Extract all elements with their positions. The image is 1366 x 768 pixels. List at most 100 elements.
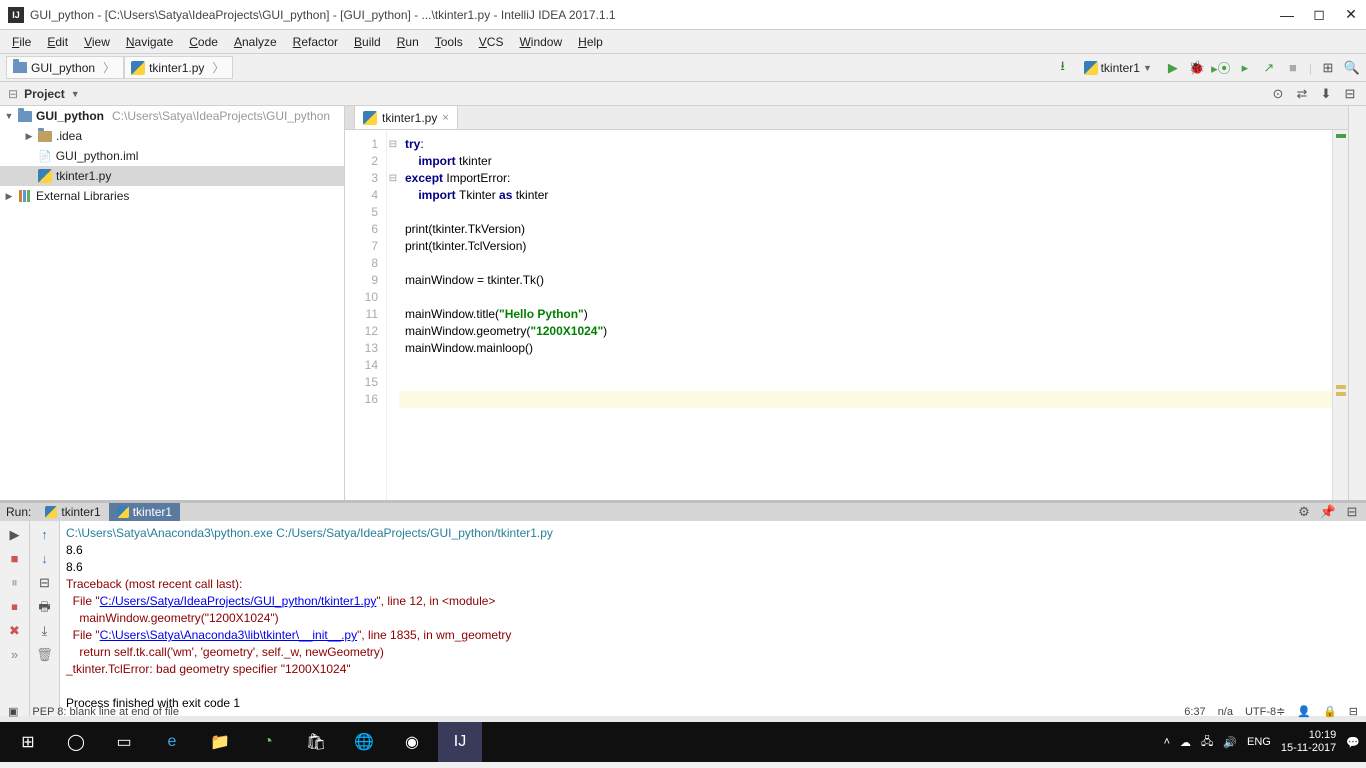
editor-tab[interactable]: tkinter1.py ×: [355, 106, 458, 129]
start-button[interactable]: ⊞: [6, 722, 50, 762]
search-icon[interactable]: 🔍: [1344, 60, 1360, 76]
coverage-icon[interactable]: ▸⦿: [1213, 60, 1229, 76]
console-output[interactable]: C:\Users\Satya\Anaconda3\python.exe C:/U…: [60, 521, 1366, 716]
gear-icon[interactable]: ⬇: [1318, 86, 1334, 102]
code-editor[interactable]: 12345678910111213141516 ⊟ ⊟ try: import …: [345, 130, 1348, 500]
stop-icon[interactable]: ■: [1285, 60, 1301, 76]
right-tool-strip[interactable]: [1348, 106, 1366, 500]
editor-scrollbar[interactable]: [1332, 130, 1348, 500]
print-icon[interactable]: 🖶: [36, 597, 54, 615]
expand-arrow-icon[interactable]: ▶: [24, 131, 34, 142]
run-tab[interactable]: tkinter1: [37, 503, 108, 521]
gear-icon[interactable]: ⚙: [1296, 504, 1312, 520]
more-icon[interactable]: »: [6, 645, 24, 663]
run-panel: Run: tkinter1tkinter1 ⚙ 📌 ⊟ ▶ ■ ⏸ ⏹ ✖ » …: [0, 500, 1366, 700]
explorer-icon[interactable]: 📁: [198, 722, 242, 762]
volume-icon[interactable]: 🔊: [1223, 736, 1237, 749]
run-config-selector[interactable]: tkinter1 ▼: [1079, 59, 1157, 77]
menu-analyze[interactable]: Analyze: [228, 33, 283, 51]
run-tab[interactable]: tkinter1: [109, 503, 180, 521]
trash-icon[interactable]: 🗑: [36, 645, 54, 663]
down-icon[interactable]: ↓: [36, 549, 54, 567]
tree-node[interactable]: tkinter1.py: [0, 166, 344, 186]
store-icon[interactable]: 🛍: [294, 722, 338, 762]
run-icon[interactable]: ▶: [1165, 60, 1181, 76]
tree-node-label: GUI_python.iml: [56, 149, 139, 163]
export-icon[interactable]: ⤓: [36, 621, 54, 639]
cortana-icon[interactable]: ◯: [54, 722, 98, 762]
tray-clock[interactable]: 10:19 15-11-2017: [1281, 729, 1336, 755]
lock-icon[interactable]: 🔒: [1323, 705, 1337, 718]
menu-navigate[interactable]: Navigate: [120, 33, 179, 51]
edge-icon[interactable]: e: [150, 722, 194, 762]
tree-root[interactable]: ▼ GUI_python C:\Users\Satya\IdeaProjects…: [0, 106, 344, 126]
close-icon[interactable]: ✖: [6, 621, 24, 639]
menu-bar: FileEditViewNavigateCodeAnalyzeRefactorB…: [0, 30, 1366, 54]
tree-node[interactable]: 📄GUI_python.iml: [0, 146, 344, 166]
breadcrumb[interactable]: tkinter1.py: [124, 56, 233, 79]
obs-icon[interactable]: ◉: [390, 722, 434, 762]
menu-edit[interactable]: Edit: [41, 33, 74, 51]
marker-warning: [1336, 392, 1346, 396]
scroll-icon[interactable]: ⇄: [1294, 86, 1310, 102]
menu-tools[interactable]: Tools: [429, 33, 469, 51]
close-button[interactable]: ✕: [1344, 8, 1358, 22]
tool-windows-icon[interactable]: ▣: [8, 705, 18, 718]
rerun-icon[interactable]: ▶: [6, 525, 24, 543]
notifications-icon[interactable]: 💬: [1346, 736, 1360, 749]
folder-icon: [18, 111, 32, 122]
minimize-button[interactable]: —: [1280, 8, 1294, 22]
stop-icon[interactable]: ■: [6, 549, 24, 567]
editor-area: tkinter1.py × 12345678910111213141516 ⊟ …: [345, 106, 1348, 500]
menu-build[interactable]: Build: [348, 33, 387, 51]
tree-node[interactable]: ▶.idea: [0, 126, 344, 146]
wrap-icon[interactable]: ⊟: [36, 573, 54, 591]
onedrive-icon[interactable]: ☁: [1180, 736, 1191, 749]
expand-arrow-icon[interactable]: ▼: [4, 111, 14, 121]
up-icon[interactable]: ↑: [36, 525, 54, 543]
encoding[interactable]: UTF-8≑: [1245, 705, 1285, 718]
menu-view[interactable]: View: [78, 33, 116, 51]
menu-refactor[interactable]: Refactor: [287, 33, 344, 51]
hide-icon[interactable]: ⊟: [1344, 504, 1360, 520]
collapse-icon[interactable]: ⊙: [1270, 86, 1286, 102]
attach-icon[interactable]: ↗: [1261, 60, 1277, 76]
profile-icon[interactable]: ▸: [1237, 60, 1253, 76]
fold-column[interactable]: ⊟ ⊟: [387, 130, 399, 500]
structure-icon[interactable]: ⊞: [1320, 60, 1336, 76]
chevron-down-icon[interactable]: ▼: [71, 89, 80, 99]
menu-code[interactable]: Code: [183, 33, 224, 51]
inspection-icon[interactable]: 👤: [1297, 705, 1311, 718]
chrome-icon[interactable]: 🌐: [342, 722, 386, 762]
tray-chevron-icon[interactable]: ˄: [1164, 736, 1170, 748]
project-tree[interactable]: ▼ GUI_python C:\Users\Satya\IdeaProjects…: [0, 106, 345, 500]
hide-icon[interactable]: ⊟: [1342, 86, 1358, 102]
project-pin-icon[interactable]: ⊟: [8, 87, 18, 101]
expand-arrow-icon[interactable]: ▶: [4, 191, 14, 202]
menu-window[interactable]: Window: [513, 33, 568, 51]
pause-icon[interactable]: ⏸: [6, 573, 24, 591]
make-icon[interactable]: ⭳: [1055, 60, 1071, 76]
system-tray[interactable]: ˄ ☁ 🖧 🔊 ENG 10:19 15-11-2017 💬: [1164, 729, 1360, 755]
intellij-task-icon[interactable]: IJ: [438, 722, 482, 762]
menu-vcs[interactable]: VCS: [473, 33, 510, 51]
app-icon[interactable]: ◔: [246, 722, 290, 762]
tree-node-label: tkinter1.py: [56, 169, 111, 183]
network-icon[interactable]: 🖧: [1201, 733, 1213, 752]
breadcrumb[interactable]: GUI_python: [6, 56, 124, 79]
maximize-button[interactable]: ◻: [1312, 8, 1326, 22]
exit-icon[interactable]: ⏹: [6, 597, 24, 615]
tree-external-libs[interactable]: ▶ External Libraries: [0, 186, 344, 206]
tab-gutter: [345, 106, 355, 129]
python-icon: [45, 506, 57, 518]
taskview-icon[interactable]: ▭: [102, 722, 146, 762]
menu-file[interactable]: File: [6, 33, 37, 51]
memory-icon[interactable]: ⊟: [1349, 705, 1358, 718]
code-content[interactable]: try: import tkinterexcept ImportError: i…: [399, 130, 1332, 500]
menu-run[interactable]: Run: [391, 33, 425, 51]
debug-icon[interactable]: 🐞: [1189, 60, 1205, 76]
tray-language[interactable]: ENG: [1247, 736, 1271, 748]
close-tab-icon[interactable]: ×: [442, 112, 448, 124]
menu-help[interactable]: Help: [572, 33, 609, 51]
pin-icon[interactable]: 📌: [1320, 504, 1336, 520]
